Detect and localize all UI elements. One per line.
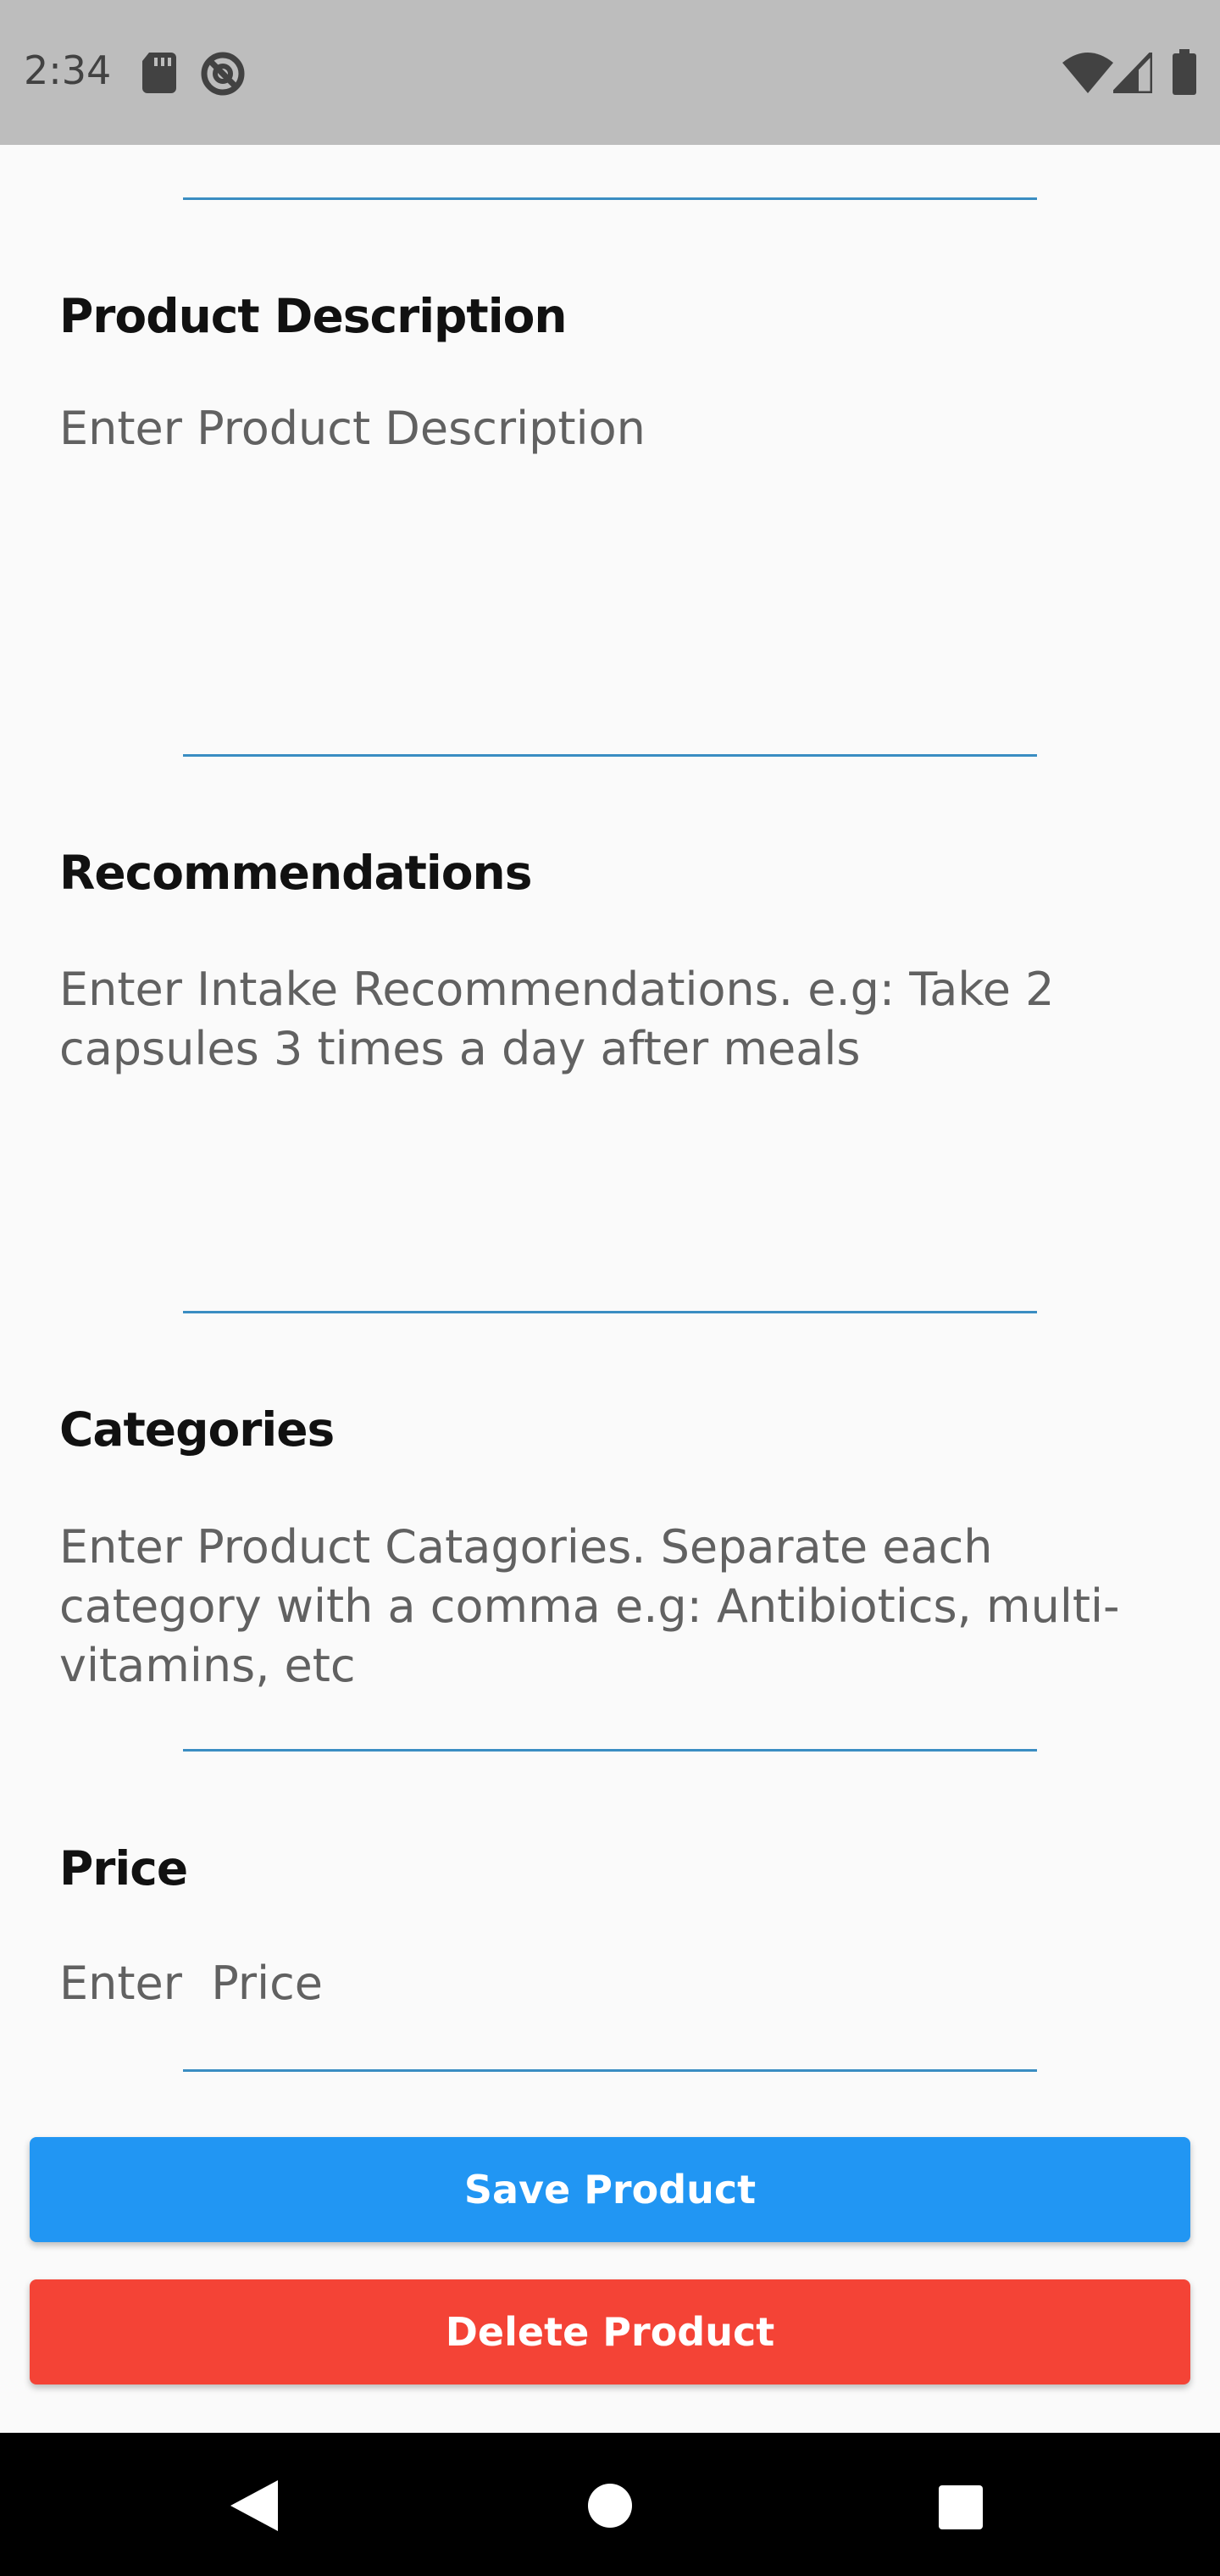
input-underline	[183, 197, 1037, 200]
product-description-input[interactable]: Enter Product Description	[59, 399, 1161, 823]
categories-underline	[183, 1749, 1037, 1752]
delete-product-button[interactable]: Delete Product	[30, 2279, 1190, 2384]
categories-input[interactable]: Enter Product Catagories. Separate each …	[59, 1518, 1161, 1721]
no-sync-icon	[200, 51, 246, 101]
recommendations-label: Recommendations	[59, 846, 532, 900]
back-icon[interactable]	[230, 2480, 278, 2535]
price-input[interactable]: Enter Price	[59, 1954, 1161, 2030]
sd-card-icon	[142, 53, 176, 97]
product-form: Product Description Enter Product Descri…	[0, 145, 1220, 2433]
price-underline	[183, 2069, 1037, 2072]
recommendations-underline	[183, 1311, 1037, 1313]
recommendations-input[interactable]: Enter Intake Recommendations. e.g: Take …	[59, 960, 1161, 1282]
wifi-icon	[1062, 51, 1113, 97]
price-label: Price	[59, 1841, 188, 1896]
cell-signal-icon	[1108, 47, 1155, 97]
status-bar: 2:34	[0, 0, 1220, 145]
categories-label: Categories	[59, 1402, 335, 1457]
home-icon[interactable]	[588, 2484, 632, 2532]
product-description-underline	[183, 754, 1037, 757]
save-product-button[interactable]: Save Product	[30, 2137, 1190, 2242]
battery-icon	[1173, 49, 1196, 99]
recents-icon[interactable]	[939, 2485, 983, 2534]
navigation-bar	[0, 2433, 1220, 2576]
product-description-label: Product Description	[59, 289, 568, 343]
status-time: 2:34	[24, 47, 112, 93]
